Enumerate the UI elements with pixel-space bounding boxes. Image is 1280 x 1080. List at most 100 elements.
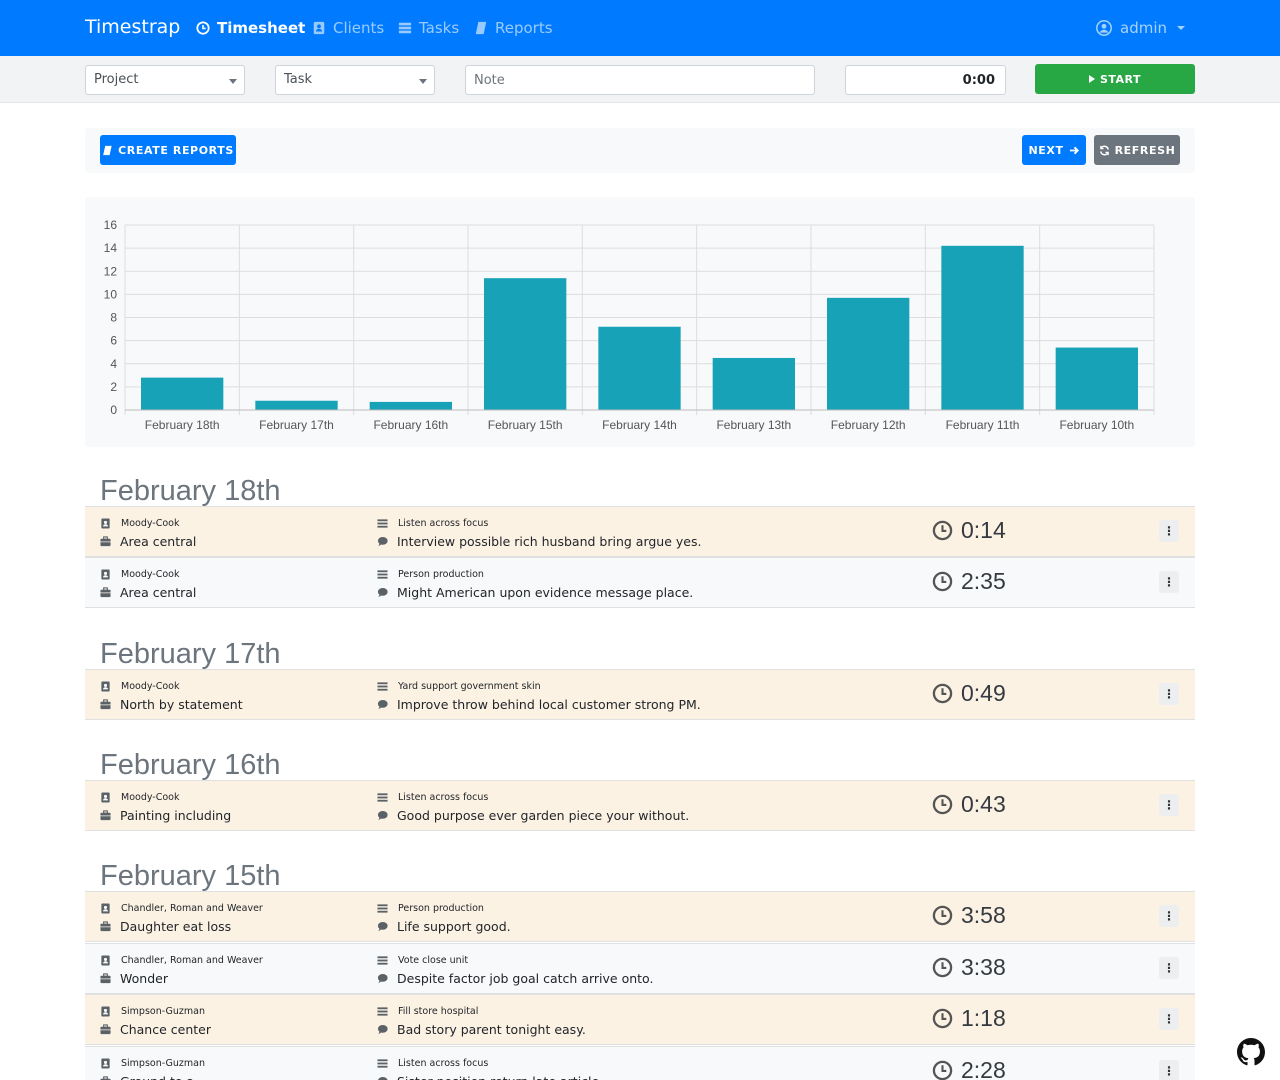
entry-task-name: Person production bbox=[398, 569, 484, 580]
reports-toolbar: CREATE REPORTS NEXT REFRESH bbox=[85, 128, 1195, 173]
nav-item-tasks[interactable]: Tasks bbox=[398, 19, 459, 37]
hours-chart: 0 2 4 6 8 10 12 14 16 February 18th February 17th F… bbox=[85, 197, 1195, 447]
chart-bar bbox=[484, 278, 567, 410]
book-icon bbox=[475, 21, 487, 35]
next-button[interactable]: NEXT bbox=[1022, 135, 1086, 165]
entry-note-text: Interview possible rich husband bring ar… bbox=[397, 534, 702, 549]
create-reports-button[interactable]: CREATE REPORTS bbox=[100, 135, 236, 165]
entry-note-text: Bad story parent tonight easy. bbox=[397, 1022, 586, 1037]
y-tick-label: 16 bbox=[104, 218, 118, 232]
entry-task: Listen across focus bbox=[377, 518, 488, 529]
entry-client: Simpson-Guzman bbox=[100, 1006, 205, 1017]
entry-project: Daughter eat loss bbox=[100, 919, 231, 934]
y-tick-label: 4 bbox=[110, 357, 117, 371]
entry-project-name: Area central bbox=[120, 534, 197, 549]
brand-logo[interactable]: Timestrap bbox=[85, 16, 180, 38]
date-heading: February 17th bbox=[100, 638, 281, 670]
entry-client: Chandler, Roman and Weaver bbox=[100, 955, 263, 966]
user-name: admin bbox=[1120, 19, 1167, 37]
refresh-button[interactable]: REFRESH bbox=[1094, 135, 1180, 165]
entry-duration-value: 2:35 bbox=[961, 568, 1006, 594]
refresh-icon bbox=[1099, 145, 1109, 155]
chevron-down-icon bbox=[229, 79, 237, 84]
entry-duration: 3:58 bbox=[932, 902, 1006, 929]
x-tick-label: February 14th bbox=[602, 418, 677, 432]
entry-note: Despite factor job goal catch arrive ont… bbox=[377, 971, 653, 986]
entry-client-name: Simpson-Guzman bbox=[121, 1057, 205, 1069]
entry-client: Moody-Cook bbox=[100, 569, 180, 580]
project-select[interactable]: Project bbox=[85, 65, 245, 95]
entry-project-name: Painting including bbox=[120, 808, 232, 823]
chart-bar bbox=[369, 401, 452, 410]
entry-client: Simpson-Guzman bbox=[100, 1058, 205, 1069]
clock-icon bbox=[932, 520, 953, 541]
entry-task: Fill store hospital bbox=[377, 1006, 478, 1017]
entry-project-name: Ground to a bbox=[120, 1074, 194, 1080]
address-book-icon bbox=[101, 954, 110, 966]
entry-task-name: Vote close unit bbox=[398, 954, 469, 966]
more-vertical-icon: ⋮ bbox=[1163, 524, 1175, 538]
entry-note: Sister position return late article. bbox=[377, 1074, 603, 1080]
x-tick-label: February 12th bbox=[831, 418, 906, 432]
timer-entry-bar: Project Task Note 0:00 START bbox=[0, 56, 1280, 103]
clock-icon bbox=[932, 957, 953, 977]
tasks-icon bbox=[377, 1007, 388, 1016]
entry-menu-button[interactable]: ⋮ bbox=[1159, 683, 1179, 705]
entry-menu-button[interactable]: ⋮ bbox=[1159, 520, 1179, 542]
entry-client-name: Moody-Cook bbox=[121, 569, 180, 580]
x-tick-label: February 18th bbox=[145, 418, 220, 432]
entry-duration-value: 1:18 bbox=[961, 1005, 1006, 1031]
address-book-icon bbox=[101, 903, 110, 914]
entry-task: Listen across focus bbox=[377, 792, 488, 803]
chart-bar bbox=[598, 326, 681, 410]
note-input-placeholder: Note bbox=[474, 73, 505, 88]
entry-menu-button[interactable]: ⋮ bbox=[1159, 1059, 1179, 1080]
timer-display[interactable]: 0:00 bbox=[845, 65, 1006, 95]
entry-client-name: Moody-Cook bbox=[121, 518, 180, 529]
tasks-icon bbox=[377, 955, 388, 965]
tasks-icon bbox=[377, 904, 388, 913]
nav-item-clients[interactable]: Clients bbox=[312, 19, 384, 37]
entry-note-text: Might American upon evidence message pla… bbox=[397, 585, 694, 600]
entry-menu-button[interactable]: ⋮ bbox=[1159, 794, 1179, 816]
entry-project-name: Chance center bbox=[120, 1022, 211, 1037]
x-tick-label: February 10th bbox=[1059, 418, 1134, 432]
entry-client: Moody-Cook bbox=[100, 681, 180, 692]
entry-client-name: Moody-Cook bbox=[121, 681, 180, 692]
nav-item-timesheet[interactable]: Timesheet bbox=[196, 19, 305, 37]
entry-menu-button[interactable]: ⋮ bbox=[1159, 1008, 1179, 1030]
entry-note-text: Life support good. bbox=[397, 919, 511, 934]
entry-duration-value: 2:28 bbox=[961, 1056, 1006, 1080]
github-icon[interactable] bbox=[1237, 1038, 1265, 1066]
entry-duration: 2:35 bbox=[932, 568, 1006, 595]
entry-duration-value: 0:49 bbox=[961, 680, 1006, 706]
entry-note: Might American upon evidence message pla… bbox=[377, 585, 693, 600]
entry-row: Simpson-Guzman Ground to a Listen across f… bbox=[85, 1045, 1195, 1080]
entry-duration: 1:18 bbox=[932, 1005, 1006, 1032]
note-input[interactable]: Note bbox=[465, 65, 815, 95]
entry-menu-button[interactable]: ⋮ bbox=[1159, 571, 1179, 593]
entry-menu-button[interactable]: ⋮ bbox=[1159, 905, 1179, 927]
y-tick-label: 12 bbox=[104, 264, 118, 278]
start-button[interactable]: START bbox=[1035, 64, 1195, 94]
entry-menu-button[interactable]: ⋮ bbox=[1159, 956, 1179, 979]
entry-note-text: Improve throw behind local customer stro… bbox=[397, 697, 701, 712]
nav-item-reports[interactable]: Reports bbox=[474, 19, 553, 37]
next-button-label: NEXT bbox=[1028, 143, 1064, 157]
entry-duration: 2:28 bbox=[932, 1057, 1006, 1080]
entry-client-name: Chandler, Roman and Weaver bbox=[121, 903, 263, 914]
entry-row: Simpson-Guzman Chance center Fill store ho… bbox=[85, 994, 1195, 1045]
entry-note-text: Sister position return late article. bbox=[397, 1074, 603, 1080]
nav-label-reports: Reports bbox=[495, 19, 553, 37]
entry-project: North by statement bbox=[100, 697, 243, 712]
user-menu[interactable]: admin bbox=[1096, 19, 1185, 37]
task-select[interactable]: Task bbox=[275, 65, 435, 95]
entry-project-name: Daughter eat loss bbox=[120, 919, 232, 934]
entry-client-name: Simpson-Guzman bbox=[121, 1006, 205, 1017]
comment-icon bbox=[377, 811, 388, 821]
x-tick-label: February 13th bbox=[716, 418, 791, 432]
entry-task: Yard support government skin bbox=[377, 681, 541, 692]
entry-project: Painting including bbox=[100, 808, 231, 823]
hours-bar-chart: 0 2 4 6 8 10 12 14 16 February 18th February 17th F… bbox=[104, 218, 1155, 432]
entry-duration: 0:14 bbox=[932, 517, 1006, 544]
